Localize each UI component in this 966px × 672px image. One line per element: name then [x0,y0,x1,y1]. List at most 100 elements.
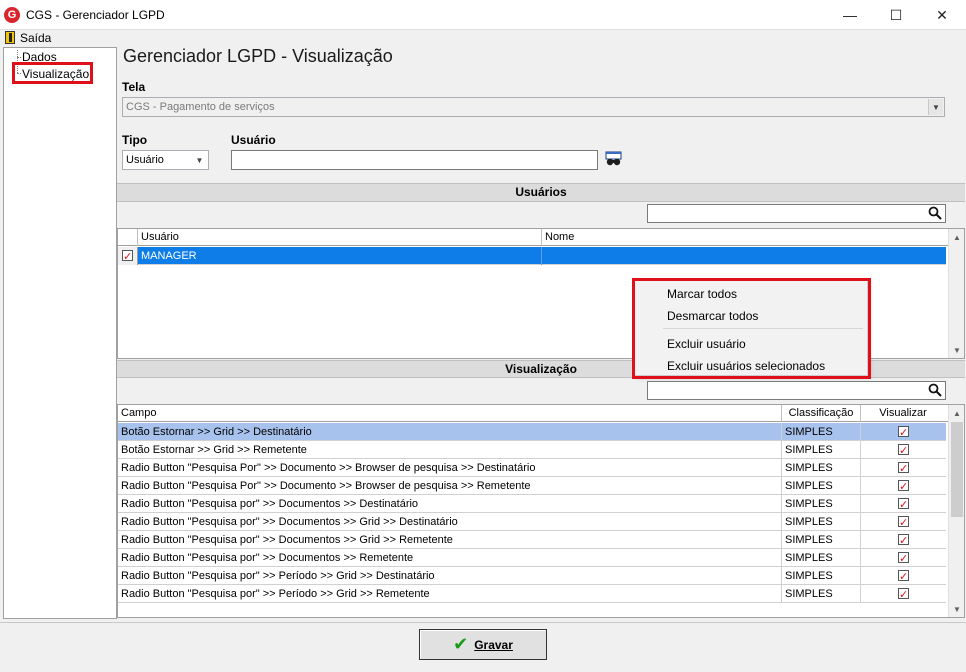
cell-classificacao: SIMPLES [782,423,861,441]
cell-classificacao: SIMPLES [782,459,861,477]
cell-campo: Botão Estornar >> Grid >> Remetente [118,441,782,459]
table-row[interactable]: Radio Button "Pesquisa Por" >> Documento… [118,459,946,477]
cell-visualizar[interactable] [861,459,946,477]
footer-divider [0,622,966,623]
usuario-input[interactable] [231,150,598,170]
cell-classificacao: SIMPLES [782,531,861,549]
app-logo-icon: G [4,7,20,23]
cell-campo: Radio Button "Pesquisa por" >> Documento… [118,549,782,567]
visualizar-checkbox[interactable] [898,532,909,549]
table-row[interactable]: Botão Estornar >> Grid >> Remetente SIMPL… [118,441,946,459]
gravar-button-label: Gravar [474,637,513,652]
header-checkbox-column [118,229,138,246]
cell-campo: Radio Button "Pesquisa por" >> Período >… [118,567,782,585]
column-header-classificacao[interactable]: Classificação [782,405,861,422]
cell-campo: Radio Button "Pesquisa por" >> Documento… [118,531,782,549]
table-row[interactable]: Radio Button "Pesquisa por" >> Documento… [118,531,946,549]
cell-visualizar[interactable] [861,585,946,603]
maximize-button[interactable]: ☐ [873,0,919,30]
cell-classificacao: SIMPLES [782,441,861,459]
minimize-button[interactable]: — [827,0,873,30]
visualizacao-vertical-scrollbar[interactable]: ▲ ▼ [948,405,964,617]
cell-classificacao: SIMPLES [782,549,861,567]
visualizar-checkbox[interactable] [898,442,909,459]
scroll-up-arrow-icon[interactable]: ▲ [949,229,965,245]
cell-campo: Radio Button "Pesquisa por" >> Período >… [118,585,782,603]
column-header-nome[interactable]: Nome [542,229,948,246]
scroll-up-arrow-icon[interactable]: ▲ [949,405,965,421]
tela-select-value: CGS - Pagamento de serviços [126,101,275,113]
cell-classificacao: SIMPLES [782,567,861,585]
usuarios-grid-header: Usuário Nome [118,229,948,246]
cell-visualizar[interactable] [861,477,946,495]
visualizar-checkbox[interactable] [898,586,909,603]
chevron-down-icon[interactable]: ▼ [928,99,943,115]
tela-select[interactable]: CGS - Pagamento de serviços ▼ [122,97,945,117]
cell-visualizar[interactable] [861,549,946,567]
exit-door-icon[interactable] [5,31,15,44]
column-header-visualizar[interactable]: Visualizar [861,405,945,422]
cell-visualizar[interactable] [861,441,946,459]
row-checkbox-cell[interactable] [118,247,138,265]
chevron-down-icon[interactable]: ▼ [192,152,207,168]
table-row[interactable]: Radio Button "Pesquisa por" >> Período >… [118,567,946,585]
table-row[interactable]: Radio Button "Pesquisa por" >> Documento… [118,513,946,531]
gravar-button[interactable]: ✔ Gravar [419,629,547,660]
usuarios-vertical-scrollbar[interactable]: ▲ ▼ [948,229,964,358]
cell-classificacao: SIMPLES [782,585,861,603]
usuarios-section-header: Usuários [117,183,965,202]
visualizacao-search-input[interactable] [647,381,946,400]
scrollbar-thumb[interactable] [951,422,963,517]
cell-campo: Radio Button "Pesquisa por" >> Documento… [118,513,782,531]
cell-visualizar[interactable] [861,513,946,531]
cell-campo: Radio Button "Pesquisa Por" >> Documento… [118,459,782,477]
table-row[interactable]: MANAGER [118,247,946,265]
visualizar-checkbox[interactable] [898,568,909,585]
cell-visualizar[interactable] [861,531,946,549]
window-title: CGS - Gerenciador LGPD [26,8,165,22]
column-header-usuario[interactable]: Usuário [138,229,542,246]
menu-bar [0,30,966,46]
cell-visualizar[interactable] [861,423,946,441]
cell-campo: Radio Button "Pesquisa por" >> Documento… [118,495,782,513]
table-row[interactable]: Radio Button "Pesquisa por" >> Período >… [118,585,946,603]
tela-label: Tela [122,80,146,94]
cell-classificacao: SIMPLES [782,513,861,531]
search-icon[interactable] [928,383,942,397]
cell-classificacao: SIMPLES [782,495,861,513]
tipo-select[interactable]: Usuário ▼ [122,150,209,170]
highlight-box-context-menu [632,278,871,379]
highlight-box-tree [12,62,93,84]
green-check-icon: ✔ [453,634,469,654]
menu-item-saida[interactable]: Saída [20,31,51,45]
scroll-down-arrow-icon[interactable]: ▼ [949,601,965,617]
row-checkbox[interactable] [122,248,133,265]
search-icon[interactable] [928,206,942,220]
table-row[interactable]: Radio Button "Pesquisa por" >> Documento… [118,549,946,567]
cell-nome [542,247,946,265]
cell-classificacao: SIMPLES [782,477,861,495]
visualizar-checkbox[interactable] [898,496,909,513]
visualizar-checkbox[interactable] [898,478,909,495]
cell-visualizar[interactable] [861,495,946,513]
visualizar-checkbox[interactable] [898,460,909,477]
table-row[interactable]: Radio Button "Pesquisa Por" >> Documento… [118,477,946,495]
visualizar-checkbox[interactable] [898,550,909,567]
column-header-campo[interactable]: Campo [118,405,782,422]
scroll-down-arrow-icon[interactable]: ▼ [949,342,965,358]
usuarios-search-input[interactable] [647,204,946,223]
visualizacao-grid-header: Campo Classificação Visualizar [118,405,948,422]
tree-connector [17,57,21,58]
binoculars-search-icon[interactable] [605,151,623,167]
cell-visualizar[interactable] [861,567,946,585]
navigation-tree [3,47,117,619]
table-row[interactable]: Botão Estornar >> Grid >> Destinatário SI… [118,423,946,441]
cell-usuario: MANAGER [138,247,542,265]
table-row[interactable]: Radio Button "Pesquisa por" >> Documento… [118,495,946,513]
usuario-label: Usuário [231,133,276,147]
visualizar-checkbox[interactable] [898,424,909,441]
visualizar-checkbox[interactable] [898,514,909,531]
tipo-label: Tipo [122,133,148,147]
close-button[interactable]: ✕ [919,0,965,30]
cell-campo: Radio Button "Pesquisa Por" >> Documento… [118,477,782,495]
